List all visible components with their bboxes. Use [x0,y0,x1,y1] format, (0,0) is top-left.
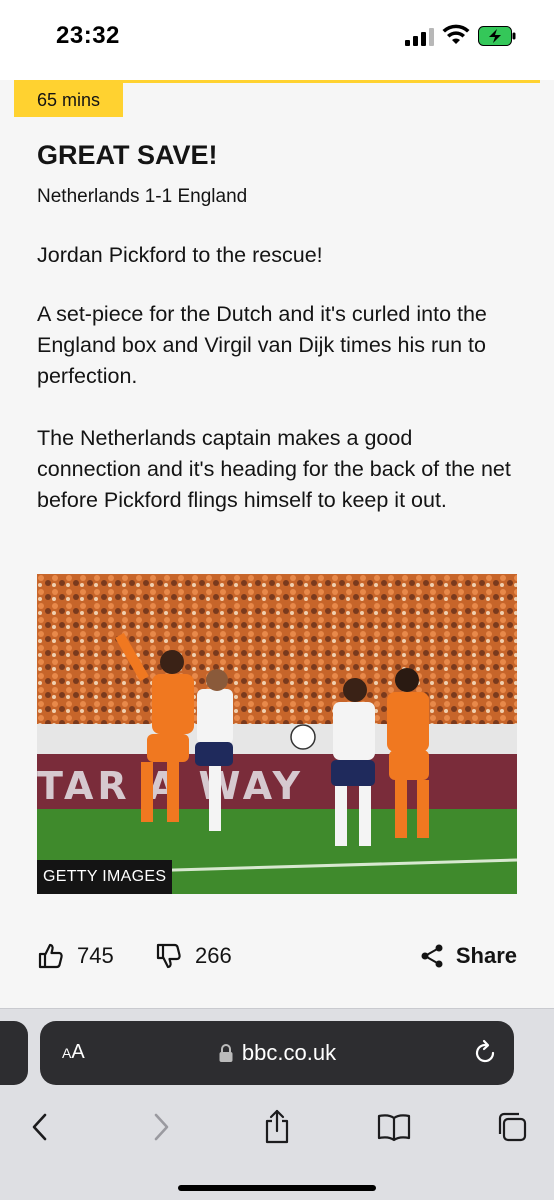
previous-tab-preview[interactable] [0,1021,28,1085]
status-time: 23:32 [56,22,120,49]
thumbs-down-icon [156,943,181,969]
share-button[interactable]: Share [420,938,517,974]
url-text[interactable]: bbc.co.uk [242,1040,336,1066]
tabs-icon[interactable] [492,1107,532,1147]
home-indicator [178,1185,376,1191]
wifi-icon [442,24,470,44]
browser-chrome: AA bbc.co.uk [0,1008,554,1200]
entry-paragraph-2: A set-piece for the Dutch and it's curle… [37,302,487,388]
like-button[interactable]: 745 [37,938,114,974]
reload-icon[interactable] [472,1039,498,1067]
reactions-bar: 745 266 Share [37,938,517,974]
lock-icon [219,1044,233,1062]
forward-icon[interactable] [141,1107,181,1147]
live-entry: 65 mins GREAT SAVE! Netherlands 1-1 Engl… [14,80,540,1008]
dislike-button[interactable]: 266 [155,938,232,974]
share-icon [421,944,443,968]
match-photo: TAR A WAY GETTY IMAGES [37,574,517,894]
browser-toolbar [0,1099,554,1159]
share-sheet-icon[interactable] [257,1107,297,1147]
image-credit: GETTY IMAGES [37,860,173,894]
battery-charging-icon [478,26,516,46]
thumbs-up-icon [38,943,63,969]
back-icon[interactable] [20,1107,60,1147]
dislike-count: 266 [195,943,232,968]
status-bar: 23:32 [0,0,554,80]
match-score: Netherlands 1-1 England [37,186,248,207]
time-badge: 65 mins [14,83,124,117]
cellular-signal-icon [405,28,435,46]
address-bar[interactable]: AA bbc.co.uk [40,1021,514,1085]
entry-headline: GREAT SAVE! [37,140,218,170]
live-page: 65 mins GREAT SAVE! Netherlands 1-1 Engl… [0,80,554,1008]
entry-paragraph-1: Jordan Pickford to the rescue! [37,243,323,267]
bookmarks-icon[interactable] [374,1107,414,1147]
share-label: Share [455,943,517,968]
entry-paragraph-3: The Netherlands captain makes a good con… [37,426,511,512]
match-photo-illustration: TAR A WAY [37,574,517,894]
like-count: 745 [77,943,114,968]
